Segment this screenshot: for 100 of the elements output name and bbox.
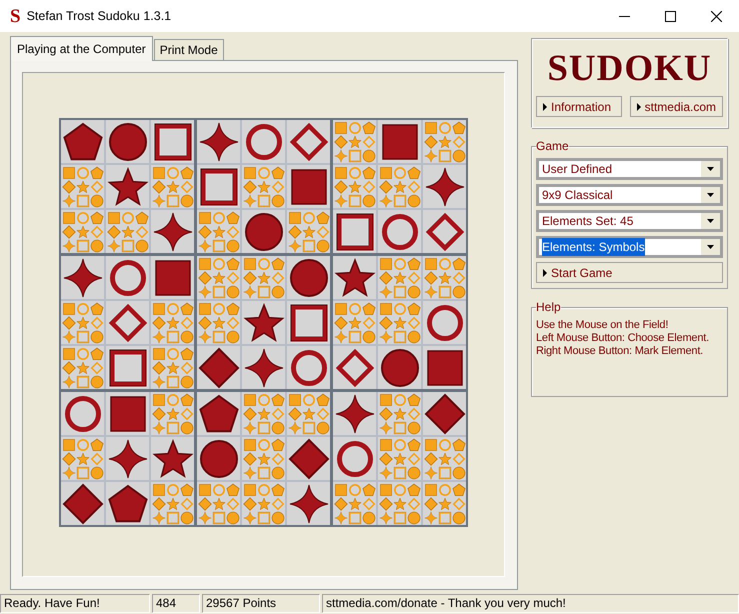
board-cell[interactable] xyxy=(197,392,240,435)
board-cell[interactable] xyxy=(242,120,285,163)
board-cell[interactable] xyxy=(197,346,240,389)
board-cell[interactable] xyxy=(242,482,285,525)
board-cell[interactable] xyxy=(378,120,421,163)
board-cell[interactable] xyxy=(378,437,421,480)
board-cell[interactable] xyxy=(106,120,149,163)
board-cell[interactable] xyxy=(61,120,104,163)
candidate-symbols-drawing xyxy=(242,256,284,298)
board-cell[interactable] xyxy=(333,346,376,389)
board-cell[interactable] xyxy=(151,437,194,480)
board-cell[interactable] xyxy=(106,437,149,480)
board-cell[interactable] xyxy=(151,120,194,163)
candidate-symbols-drawing xyxy=(378,438,420,480)
board-cell[interactable] xyxy=(378,210,421,253)
board-cell[interactable] xyxy=(106,256,149,299)
board-cell[interactable] xyxy=(151,210,194,253)
board-cell[interactable] xyxy=(106,482,149,525)
board-cell[interactable] xyxy=(287,256,330,299)
board-cell[interactable] xyxy=(106,210,149,253)
board-cell[interactable] xyxy=(151,482,194,525)
board-cell[interactable] xyxy=(151,256,194,299)
board-cell[interactable] xyxy=(197,210,240,253)
dropdown[interactable]: Elements: Symbols xyxy=(536,236,723,258)
candidate-symbols-drawing xyxy=(378,256,420,298)
board-cell[interactable] xyxy=(378,301,421,344)
board-cell[interactable] xyxy=(423,256,466,299)
board-cell[interactable] xyxy=(378,346,421,389)
board-cell[interactable] xyxy=(106,346,149,389)
board-cell[interactable] xyxy=(197,301,240,344)
board-cell[interactable] xyxy=(333,301,376,344)
dropdown[interactable]: User Defined xyxy=(536,158,723,180)
link-button[interactable]: sttmedia.com xyxy=(630,96,723,117)
board-cell[interactable] xyxy=(333,120,376,163)
board-cell[interactable] xyxy=(242,392,285,435)
board-cell[interactable] xyxy=(378,482,421,525)
board-cell[interactable] xyxy=(378,392,421,435)
board-cell[interactable] xyxy=(378,165,421,208)
board-cell[interactable] xyxy=(61,301,104,344)
board-cell[interactable] xyxy=(333,392,376,435)
board-cell[interactable] xyxy=(106,165,149,208)
board-cell[interactable] xyxy=(242,165,285,208)
start-game-button[interactable]: Start Game xyxy=(536,262,723,283)
board-cell[interactable] xyxy=(61,210,104,253)
board-cell[interactable] xyxy=(197,482,240,525)
candidate-symbols-drawing xyxy=(198,302,240,344)
board-cell[interactable] xyxy=(151,165,194,208)
dropdown-arrow-button[interactable] xyxy=(701,239,720,255)
board-cell[interactable] xyxy=(151,392,194,435)
dropdown[interactable]: 9x9 Classical xyxy=(536,184,723,206)
board-cell[interactable] xyxy=(423,120,466,163)
board-cell[interactable] xyxy=(197,165,240,208)
board-cell[interactable] xyxy=(287,482,330,525)
board-cell[interactable] xyxy=(423,346,466,389)
board-cell[interactable] xyxy=(61,437,104,480)
board-cell[interactable] xyxy=(333,256,376,299)
board-cell[interactable] xyxy=(287,301,330,344)
board-cell[interactable] xyxy=(333,210,376,253)
board-cell[interactable] xyxy=(242,301,285,344)
board-cell[interactable] xyxy=(242,210,285,253)
board-cell[interactable] xyxy=(61,256,104,299)
board-cell[interactable] xyxy=(423,210,466,253)
board-cell[interactable] xyxy=(61,392,104,435)
board-cell[interactable] xyxy=(333,165,376,208)
board-cell[interactable] xyxy=(423,392,466,435)
board-cell[interactable] xyxy=(423,437,466,480)
board-cell[interactable] xyxy=(61,165,104,208)
board-cell[interactable] xyxy=(242,437,285,480)
sphere-icon xyxy=(244,212,282,250)
board-cell[interactable] xyxy=(197,120,240,163)
board-cell[interactable] xyxy=(287,165,330,208)
link-button[interactable]: Information xyxy=(536,96,622,117)
dropdown-arrow-button[interactable] xyxy=(701,161,720,177)
board-cell[interactable] xyxy=(333,482,376,525)
board-cell[interactable] xyxy=(287,346,330,389)
board-cell[interactable] xyxy=(151,301,194,344)
board-cell[interactable] xyxy=(378,256,421,299)
tab[interactable]: Playing at the Computer xyxy=(10,36,153,61)
board-cell[interactable] xyxy=(106,301,149,344)
board-cell[interactable] xyxy=(61,482,104,525)
four-point-star-icon xyxy=(425,167,464,206)
board-cell[interactable] xyxy=(287,392,330,435)
board-cell[interactable] xyxy=(151,346,194,389)
board-cell[interactable] xyxy=(287,120,330,163)
dropdown-arrow-button[interactable] xyxy=(701,213,720,229)
dropdown-arrow-button[interactable] xyxy=(701,187,720,203)
board-cell[interactable] xyxy=(197,437,240,480)
board-cell[interactable] xyxy=(242,256,285,299)
board-cell[interactable] xyxy=(242,346,285,389)
board-cell[interactable] xyxy=(423,482,466,525)
board-cell[interactable] xyxy=(423,301,466,344)
board-cell[interactable] xyxy=(106,392,149,435)
board-cell[interactable] xyxy=(197,256,240,299)
board-cell[interactable] xyxy=(287,210,330,253)
tab[interactable]: Print Mode xyxy=(154,39,224,60)
board-cell[interactable] xyxy=(423,165,466,208)
board-cell[interactable] xyxy=(287,437,330,480)
board-cell[interactable] xyxy=(333,437,376,480)
board-cell[interactable] xyxy=(61,346,104,389)
dropdown[interactable]: Elements Set: 45 xyxy=(536,210,723,232)
